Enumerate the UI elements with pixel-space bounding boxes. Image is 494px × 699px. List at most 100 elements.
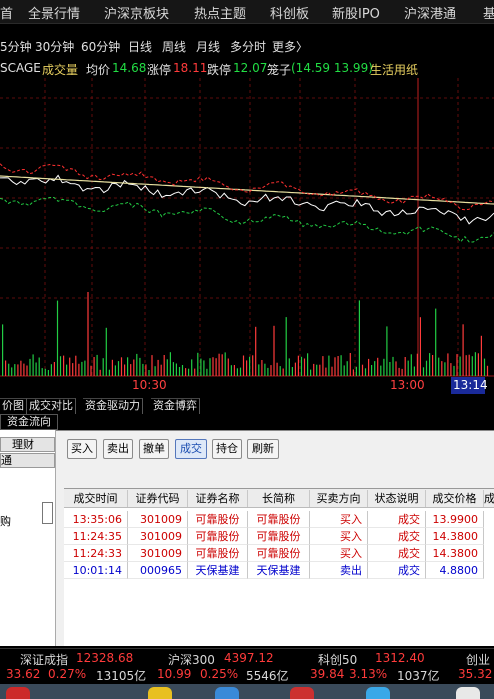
app-icon-blue[interactable] xyxy=(215,687,239,699)
left-menu-scrollbar[interactable] xyxy=(42,502,53,524)
period-30min[interactable]: 30分钟 xyxy=(35,38,74,55)
time-label-1300: 13:00 xyxy=(390,378,425,392)
period-month[interactable]: 月线 xyxy=(196,38,220,55)
nav-home[interactable]: 首 xyxy=(0,3,13,22)
col-code[interactable]: 证券代码 xyxy=(128,490,188,507)
tab-price-chart[interactable]: 价图 xyxy=(0,398,27,414)
positions-button[interactable]: 持仓 xyxy=(212,439,242,459)
col-more[interactable]: 成 xyxy=(484,490,494,507)
volume-label: 成交量 xyxy=(42,63,79,77)
hs300-pct: 0.25% xyxy=(200,667,239,681)
stock-code: SCAGE xyxy=(0,61,41,75)
sz-index-label[interactable]: 深证成指 xyxy=(20,651,68,668)
hs300-label[interactable]: 沪深300 xyxy=(168,651,215,668)
app-icon-browser[interactable] xyxy=(366,687,390,699)
col-short-name[interactable]: 长简称 xyxy=(248,490,310,507)
cell-name: 可靠股份 xyxy=(188,511,248,528)
cage-value: (14.59 13.99) xyxy=(291,61,373,75)
buy-button[interactable]: 买入 xyxy=(67,439,97,459)
tab-fund-drive[interactable]: 资金驱动力 xyxy=(83,398,143,414)
cell-code: 301009 xyxy=(128,545,188,562)
nav-fund[interactable]: 基 xyxy=(483,3,494,22)
col-price[interactable]: 成交价格 xyxy=(426,490,484,507)
cage-label: 笼子 xyxy=(267,63,292,77)
sell-button[interactable]: 卖出 xyxy=(103,439,133,459)
nav-market-overview[interactable]: 全景行情 xyxy=(28,3,80,22)
app-icon-red[interactable] xyxy=(6,687,30,699)
tab-trade-compare[interactable]: 成交对比 xyxy=(27,398,76,414)
col-direction[interactable]: 买卖方向 xyxy=(310,490,368,507)
cell-status: 成交 xyxy=(368,511,426,528)
cell-price: 4.8800 xyxy=(426,562,484,579)
cancel-order-button[interactable]: 撤单 xyxy=(139,439,169,459)
os-taskbar xyxy=(0,684,494,699)
nav-ipo[interactable]: 新股IPO xyxy=(332,3,380,22)
intraday-chart[interactable]: 10:30 13:00 13:14 xyxy=(0,78,494,396)
volume-bars xyxy=(2,292,489,376)
cell-short: 可靠股份 xyxy=(248,528,310,545)
top-navigation: 首 全景行情 沪深京板块 热点主题 科创板 新股IPO 沪深港通 基 xyxy=(0,0,494,24)
app-icon-red-2[interactable] xyxy=(290,687,314,699)
table-row[interactable]: 11:24:35 301009 可靠股份 可靠股份 买入 成交 14.3800 xyxy=(64,528,494,545)
cell-code: 301009 xyxy=(128,528,188,545)
avg-value: 14.68 xyxy=(112,61,147,75)
limit-down-label: 跌停 xyxy=(207,63,232,77)
col-status[interactable]: 状态说明 xyxy=(368,490,426,507)
cell-dir: 卖出 xyxy=(310,562,368,579)
sz-index-pct: 0.27% xyxy=(48,667,87,681)
cell-time: 13:35:06 xyxy=(64,511,128,528)
tab-fund-flow[interactable]: 资金流向 xyxy=(0,414,58,430)
quote-info-line: SCAGE 成交量 均价 14.68 涨停 18.11 跌停 12.07 笼子 … xyxy=(0,61,494,77)
col-time[interactable]: 成交时间 xyxy=(64,490,128,507)
chart-tabs: 价图 成交对比 资金驱动力 资金博弈 xyxy=(0,398,494,414)
app-icon-white[interactable] xyxy=(456,687,480,699)
table-row[interactable]: 11:24:33 301009 可靠股份 可靠股份 买入 成交 14.3800 xyxy=(64,545,494,562)
nav-sectors[interactable]: 沪深京板块 xyxy=(104,3,169,22)
chinext-label[interactable]: 创业 xyxy=(466,651,490,668)
cell-price: 14.3800 xyxy=(426,528,484,545)
cell-dir: 买入 xyxy=(310,545,368,562)
period-day[interactable]: 日线 xyxy=(128,38,152,55)
period-60min[interactable]: 60分钟 xyxy=(81,38,120,55)
kc50-pct: 3.13% xyxy=(349,667,388,681)
cell-short: 天保基建 xyxy=(248,562,310,579)
kc50-amount: 1037亿 xyxy=(397,669,440,683)
menu-wealth-button[interactable]: 理财 xyxy=(0,437,55,452)
nav-star-market[interactable]: 科创板 xyxy=(270,3,309,22)
cell-dir: 买入 xyxy=(310,528,368,545)
limit-up-value: 18.11 xyxy=(173,61,208,75)
period-more[interactable]: 更多〉 xyxy=(272,38,308,55)
cell-short: 可靠股份 xyxy=(248,545,310,562)
cell-name: 天保基建 xyxy=(188,562,248,579)
cell-name: 可靠股份 xyxy=(188,545,248,562)
menu-purchase-item[interactable]: 购 xyxy=(0,513,11,529)
sector-label: 生活用纸 xyxy=(370,63,419,77)
cell-time: 10:01:14 xyxy=(64,562,128,579)
period-multi[interactable]: 多分时 xyxy=(230,38,266,55)
menu-connect-button[interactable]: 通 xyxy=(0,453,55,468)
cell-status: 成交 xyxy=(368,528,426,545)
kc50-value: 1312.40 xyxy=(375,651,425,665)
table-row[interactable]: 13:35:06 301009 可靠股份 可靠股份 买入 成交 13.9900 xyxy=(64,511,494,528)
period-selector: 5分钟 30分钟 60分钟 日线 周线 月线 多分时 更多〉 xyxy=(0,38,494,58)
cell-time: 11:24:33 xyxy=(64,545,128,562)
cell-price: 14.3800 xyxy=(426,545,484,562)
app-icon-yellow[interactable] xyxy=(148,687,172,699)
kc50-change: 39.84 xyxy=(310,667,345,681)
time-label-1030: 10:30 xyxy=(132,378,167,392)
cell-status: 成交 xyxy=(368,562,426,579)
col-name[interactable]: 证券名称 xyxy=(188,490,248,507)
nav-connect[interactable]: 沪深港通 xyxy=(404,3,456,22)
period-week[interactable]: 周线 xyxy=(162,38,186,55)
nav-hot-topics[interactable]: 热点主题 xyxy=(194,3,246,22)
table-row[interactable]: 10:01:14 000965 天保基建 天保基建 卖出 成交 4.8800 xyxy=(64,562,494,579)
index-status-bar: 深证成指 12328.68 33.62 0.27% 13105亿 沪深300 4… xyxy=(0,648,494,684)
filled-orders-button[interactable]: 成交 xyxy=(175,439,207,459)
tab-fund-game[interactable]: 资金博弈 xyxy=(151,398,200,414)
refresh-button[interactable]: 刷新 xyxy=(247,439,279,459)
period-5min[interactable]: 5分钟 xyxy=(0,38,32,55)
kc50-label[interactable]: 科创50 xyxy=(318,651,357,668)
limit-down-value: 12.07 xyxy=(233,61,268,75)
cell-name: 可靠股份 xyxy=(188,528,248,545)
hs300-change: 10.99 xyxy=(157,667,192,681)
